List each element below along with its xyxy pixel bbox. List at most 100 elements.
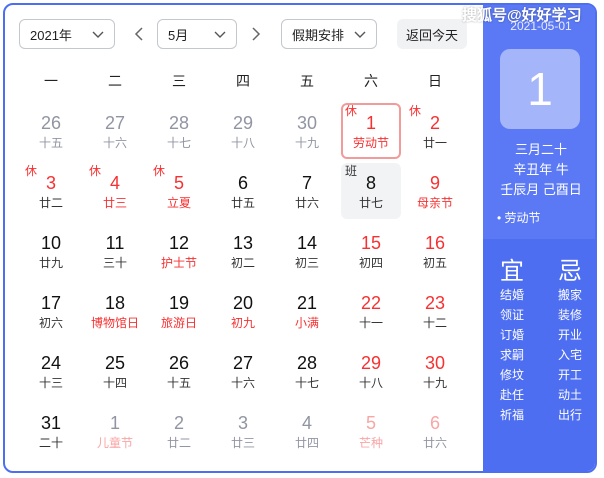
weekday-label: 四 xyxy=(236,73,250,89)
calendar-day-cell[interactable]: 1 儿童节 xyxy=(85,403,145,459)
month-select-value: 5月 xyxy=(168,27,189,43)
ji-item: 入宅 xyxy=(557,348,582,362)
lunar-or-festival-label: 十七 xyxy=(166,136,191,150)
lunar-or-festival-label: 劳动节 xyxy=(352,136,389,150)
calendar-grid: 26 十五 27 十六 28 十七 29 十八 30 十九休 1 劳动节休 2 廿一休 3 廿二休 4 廿三休 5 立… xyxy=(19,103,467,463)
calendar-day-cell[interactable]: 7 廿六 xyxy=(277,163,337,219)
calendar-day-cell[interactable]: 28 十七 xyxy=(277,343,337,399)
calendar-day-cell[interactable]: 17 初六 xyxy=(21,283,81,339)
calendar-day-cell[interactable]: 28 十七 xyxy=(149,103,209,159)
calendar-day-cell[interactable]: 6 廿六 xyxy=(405,403,465,459)
chevron-right-icon[interactable] xyxy=(250,27,262,41)
lunar-or-festival-label: 廿九 xyxy=(38,256,63,270)
lunar-or-festival-label: 廿四 xyxy=(294,436,319,450)
lunar-or-festival-label: 廿一 xyxy=(422,136,447,150)
calendar-day-cell[interactable]: 29 十八 xyxy=(213,103,273,159)
day-number: 1 xyxy=(365,113,376,133)
lunar-or-festival-label: 博物馆日 xyxy=(90,316,139,330)
chevron-down-icon xyxy=(214,31,226,38)
lunar-or-festival-label: 十五 xyxy=(38,136,63,150)
calendar-day-cell[interactable]: 19 旅游日 xyxy=(149,283,209,339)
calendar-widget: 2021年 5月 假期安排 返回今天 一 二 三 四 五 六 日 26 十五 27 十… xyxy=(3,3,597,473)
lunar-or-festival-label: 初四 xyxy=(358,256,383,270)
calendar-day-cell[interactable]: 31 二十 xyxy=(21,403,81,459)
lunar-or-festival-label: 廿七 xyxy=(358,196,383,210)
yi-list: 结婚 领证 订婚 求嗣 修坟 赴任 祈福 xyxy=(483,285,541,425)
day-number: 26 xyxy=(168,353,190,373)
lunar-or-festival-label: 十六 xyxy=(230,376,255,390)
yi-item: 赴任 xyxy=(499,388,524,402)
calendar-day-cell[interactable]: 26 十五 xyxy=(21,103,81,159)
calendar-day-cell[interactable]: 30 十九 xyxy=(405,343,465,399)
calendar-day-cell[interactable]: 22 十一 xyxy=(341,283,401,339)
calendar-day-cell[interactable]: 6 廿五 xyxy=(213,163,273,219)
calendar-day-cell[interactable]: 9 母亲节 xyxy=(405,163,465,219)
holiday-schedule-select[interactable]: 假期安排 xyxy=(281,19,377,49)
day-number: 2 xyxy=(429,113,440,133)
ji-item: 动土 xyxy=(557,388,582,402)
calendar-day-cell[interactable]: 休 3 廿二 xyxy=(21,163,81,219)
calendar-day-cell[interactable]: 休 1 劳动节 xyxy=(341,103,401,159)
calendar-day-cell[interactable]: 3 廿三 xyxy=(213,403,273,459)
chevron-left-icon[interactable] xyxy=(133,27,145,41)
calendar-day-cell[interactable]: 18 博物馆日 xyxy=(85,283,145,339)
lunar-or-festival-label: 十九 xyxy=(422,376,447,390)
calendar-day-cell[interactable]: 27 十六 xyxy=(213,343,273,399)
day-number: 30 xyxy=(296,113,318,133)
calendar-day-cell[interactable]: 2 廿二 xyxy=(149,403,209,459)
calendar-day-cell[interactable]: 29 十八 xyxy=(341,343,401,399)
calendar-day-cell[interactable]: 13 初二 xyxy=(213,223,273,279)
calendar-day-cell[interactable]: 休 4 廿三 xyxy=(85,163,145,219)
day-number: 9 xyxy=(429,173,440,193)
day-number: 19 xyxy=(168,293,190,313)
ji-item: 装修 xyxy=(557,308,582,322)
calendar-day-cell[interactable]: 休 5 立夏 xyxy=(149,163,209,219)
calendar-day-cell[interactable]: 21 小满 xyxy=(277,283,337,339)
day-number: 8 xyxy=(365,173,376,193)
calendar-day-cell[interactable]: 26 十五 xyxy=(149,343,209,399)
calendar-day-cell[interactable]: 14 初三 xyxy=(277,223,337,279)
lunar-or-festival-label: 十五 xyxy=(166,376,191,390)
day-number: 3 xyxy=(237,413,248,433)
lunar-or-festival-label: 儿童节 xyxy=(96,436,133,450)
weekday-label: 三 xyxy=(172,73,186,89)
calendar-day-cell[interactable]: 12 护士节 xyxy=(149,223,209,279)
ji-item: 出行 xyxy=(557,408,582,422)
calendar-day-cell[interactable]: 16 初五 xyxy=(405,223,465,279)
ji-list: 搬家 装修 开业 入宅 开工 动土 出行 xyxy=(541,285,595,425)
day-number: 30 xyxy=(424,353,446,373)
ji-item: 开业 xyxy=(557,328,582,342)
day-number: 4 xyxy=(109,173,120,193)
yi-item: 求嗣 xyxy=(499,348,524,362)
month-select[interactable]: 5月 xyxy=(157,19,237,49)
back-to-today-button[interactable]: 返回今天 xyxy=(397,19,467,49)
day-number: 5 xyxy=(173,173,184,193)
lunar-or-festival-label: 十一 xyxy=(358,316,383,330)
lunar-or-festival-label: 十四 xyxy=(102,376,127,390)
calendar-day-cell[interactable]: 15 初四 xyxy=(341,223,401,279)
calendar-day-cell[interactable]: 4 廿四 xyxy=(277,403,337,459)
weekday-label: 二 xyxy=(108,73,122,89)
day-number: 4 xyxy=(301,413,312,433)
calendar-day-cell[interactable]: 24 十三 xyxy=(21,343,81,399)
lunar-or-festival-label: 十六 xyxy=(102,136,127,150)
calendar-day-cell[interactable]: 20 初九 xyxy=(213,283,273,339)
calendar-day-cell[interactable]: 30 十九 xyxy=(277,103,337,159)
lunar-or-festival-label: 小满 xyxy=(294,316,319,330)
chevron-down-icon xyxy=(354,31,366,38)
calendar-day-cell[interactable]: 5 芒种 xyxy=(341,403,401,459)
calendar-day-cell[interactable]: 25 十四 xyxy=(85,343,145,399)
year-select[interactable]: 2021年 xyxy=(19,19,115,49)
calendar-day-cell[interactable]: 10 廿九 xyxy=(21,223,81,279)
calendar-day-cell[interactable]: 27 十六 xyxy=(85,103,145,159)
weekday-label: 五 xyxy=(300,73,314,89)
calendar-day-cell[interactable]: 23 十二 xyxy=(405,283,465,339)
day-number: 5 xyxy=(365,413,376,433)
calendar-day-cell[interactable]: 休 2 廿一 xyxy=(405,103,465,159)
day-number: 3 xyxy=(45,173,56,193)
day-number: 6 xyxy=(429,413,440,433)
calendar-day-cell[interactable]: 班 8 廿七 xyxy=(341,163,401,219)
calendar-day-cell[interactable]: 11 三十 xyxy=(85,223,145,279)
ji-heading: 忌 xyxy=(558,258,582,285)
weekday-label: 六 xyxy=(364,73,378,89)
